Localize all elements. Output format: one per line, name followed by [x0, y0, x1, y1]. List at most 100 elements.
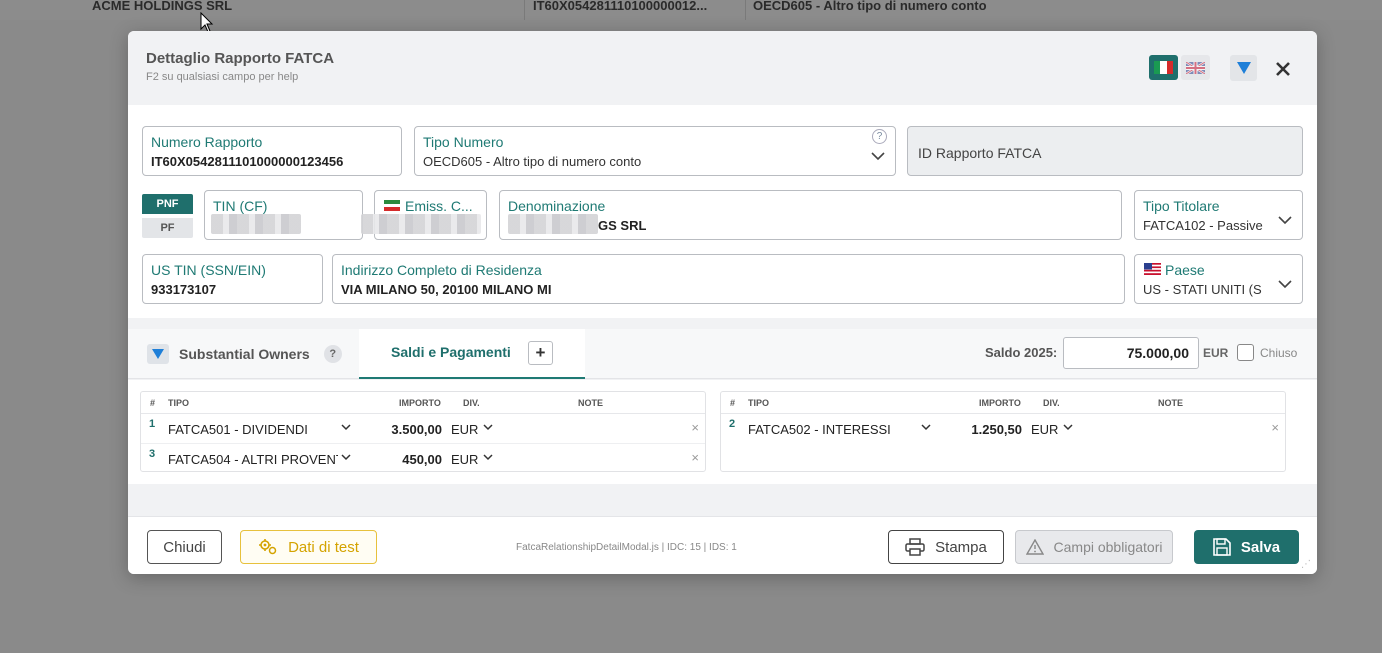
salva-label: Salva [1240, 538, 1281, 556]
indirizzo-label: Indirizzo Completo di Residenza [341, 262, 542, 278]
indirizzo-field[interactable]: Indirizzo Completo di Residenza VIA MILA… [332, 254, 1125, 304]
tipo-numero-select[interactable]: Tipo Numero OECD605 - Altro tipo di nume… [414, 126, 896, 176]
importo-input[interactable]: 3.500,00 [351, 422, 442, 437]
close-icon [1276, 62, 1290, 76]
delete-row-icon[interactable]: × [691, 450, 699, 465]
chiudi-button[interactable]: Chiudi [147, 530, 222, 564]
funnel-icon [1236, 62, 1251, 74]
dati-test-button[interactable]: Dati di test [240, 530, 377, 564]
redacted-value [361, 214, 481, 234]
div-select[interactable]: EUR [451, 422, 478, 437]
it-flag-icon [1154, 61, 1173, 74]
language-en-button[interactable] [1181, 55, 1210, 80]
denominazione-label: Denominazione [508, 198, 606, 214]
tin-cf-label: TIN (CF) [213, 198, 268, 214]
country-flag-icon [384, 200, 400, 212]
close-button[interactable] [1272, 58, 1294, 80]
pf-option-button[interactable]: PF [142, 218, 193, 238]
chevron-down-icon [921, 424, 931, 431]
campi-obbligatori-label: Campi obbligatori [1053, 539, 1163, 555]
modal-footer: Chiudi Dati di test FatcaRelationshipDet… [128, 516, 1317, 574]
gears-icon [259, 539, 277, 555]
saldo-input[interactable]: 75.000,00 [1063, 337, 1199, 369]
modal-title: Dettaglio Rapporto FATCA [146, 50, 335, 67]
us-tin-field[interactable]: US TIN (SSN/EIN) 933173107 [142, 254, 323, 304]
payments-table-right: # TIPO IMPORTO DIV. NOTE 2 FATCA502 - IN… [720, 391, 1286, 472]
tipo-titolare-select[interactable]: Tipo Titolare FATCA102 - Passive [1134, 190, 1303, 240]
resize-grip-icon[interactable]: ⋰ [1301, 559, 1311, 570]
person-type-toggle: PNF PF [142, 194, 193, 238]
pnf-option-button[interactable]: PNF [142, 194, 193, 214]
uk-flag-icon [1186, 61, 1205, 74]
form-card: Numero Rapporto IT60X0542811101000000123… [128, 105, 1317, 318]
stampa-label: Stampa [935, 538, 987, 556]
div-select[interactable]: EUR [1031, 422, 1058, 437]
importo-input[interactable]: 1.250,50 [931, 422, 1022, 437]
tipo-numero-value: OECD605 - Altro tipo di numero conto [423, 154, 642, 169]
fatca-detail-modal: Dettaglio Rapporto FATCA F2 su qualsiasi… [128, 31, 1317, 574]
saldo-label: Saldo 2025: [985, 345, 1058, 360]
table-row: 1 FATCA501 - DIVIDENDI 3.500,00 EUR × [141, 414, 705, 444]
importo-input[interactable]: 450,00 [351, 452, 442, 467]
emiss-label: Emiss. C... [405, 198, 473, 214]
numero-rapporto-value: IT60X0542811101000000123456 [151, 154, 344, 169]
table-row: 3 FATCA504 - ALTRI PROVENTI 450,00 EUR × [149, 448, 699, 467]
bg-cell-type: OECD605 - Altro tipo di numero conto [753, 0, 987, 13]
chevron-down-icon [1278, 280, 1292, 289]
redacted-value [211, 214, 301, 234]
us-flag-icon [1144, 263, 1161, 275]
payments-table-left: # TIPO IMPORTO DIV. NOTE 1 FATCA501 - DI… [140, 391, 706, 472]
numero-rapporto-label: Numero Rapporto [151, 134, 263, 150]
tipo-titolare-label: Tipo Titolare [1143, 198, 1220, 214]
tipo-titolare-value: FATCA102 - Passive [1143, 218, 1263, 233]
tabs-bar: Substantial Owners ? Saldi e Pagamenti +… [128, 329, 1317, 379]
footer-info: FatcaRelationshipDetailModal.js | IDC: 1… [516, 542, 737, 553]
table-row: 2 FATCA502 - INTERESSI 1.250,50 EUR × [729, 418, 1279, 437]
modal-header: Dettaglio Rapporto FATCA F2 su qualsiasi… [128, 31, 1317, 93]
us-tin-value: 933173107 [151, 282, 217, 297]
chiuso-checkbox[interactable] [1237, 344, 1254, 361]
chevron-down-icon [1063, 424, 1073, 431]
tipo-select[interactable]: FATCA502 - INTERESSI [748, 422, 908, 437]
emiss-country-field[interactable]: Emiss. C... [361, 190, 487, 240]
help-question-icon[interactable]: ? [872, 129, 887, 144]
chevron-down-icon [483, 454, 493, 461]
delete-row-icon[interactable]: × [691, 420, 699, 435]
payments-area: # TIPO IMPORTO DIV. NOTE 1 FATCA501 - DI… [128, 380, 1317, 484]
paese-value: US - STATI UNITI (S [1143, 282, 1262, 297]
save-icon [1213, 538, 1231, 556]
redacted-value [508, 214, 598, 234]
printer-icon [905, 538, 925, 556]
table-header: # TIPO IMPORTO DIV. NOTE [721, 392, 1285, 414]
help-question-icon[interactable]: ? [323, 345, 342, 363]
language-it-button[interactable] [1149, 55, 1178, 80]
tab-saldi-pagamenti-label: Saldi e Pagamenti [391, 344, 511, 360]
id-rapporto-placeholder: ID Rapporto FATCA [918, 145, 1042, 161]
tipo-numero-label: Tipo Numero [423, 134, 504, 150]
add-payment-button[interactable]: + [528, 341, 553, 365]
chiuso-label: Chiuso [1260, 346, 1298, 360]
paese-select[interactable]: Paese US - STATI UNITI (S [1134, 254, 1303, 304]
salva-button[interactable]: Salva [1194, 530, 1299, 564]
denominazione-value: GS SRL [598, 218, 647, 233]
chevron-down-icon [341, 454, 351, 461]
tipo-select[interactable]: FATCA501 - DIVIDENDI [168, 422, 328, 437]
numero-rapporto-field[interactable]: Numero Rapporto IT60X0542811101000000123… [142, 126, 402, 176]
tipo-select[interactable]: FATCA504 - ALTRI PROVENTI [168, 452, 338, 467]
filter-button[interactable] [1230, 55, 1257, 81]
delete-row-icon[interactable]: × [1271, 420, 1279, 435]
stampa-button[interactable]: Stampa [888, 530, 1004, 564]
tab-saldi-pagamenti[interactable]: Saldi e Pagamenti + [359, 329, 585, 379]
saldo-currency: EUR [1203, 346, 1229, 360]
div-select[interactable]: EUR [451, 452, 478, 467]
tab-substantial-owners-label: Substantial Owners [179, 346, 310, 362]
warning-icon [1025, 539, 1044, 555]
paese-label: Paese [1165, 262, 1205, 278]
table-header: # TIPO IMPORTO DIV. NOTE [141, 392, 705, 414]
campi-obbligatori-button[interactable]: Campi obbligatori [1015, 530, 1173, 564]
tin-cf-field[interactable]: TIN (CF) [204, 190, 363, 240]
tab-substantial-owners[interactable]: Substantial Owners ? [147, 343, 342, 365]
denominazione-field[interactable]: Denominazione GS SRL [499, 190, 1122, 240]
indirizzo-value: VIA MILANO 50, 20100 MILANO MI [341, 282, 552, 297]
dati-test-label: Dati di test [288, 538, 359, 556]
